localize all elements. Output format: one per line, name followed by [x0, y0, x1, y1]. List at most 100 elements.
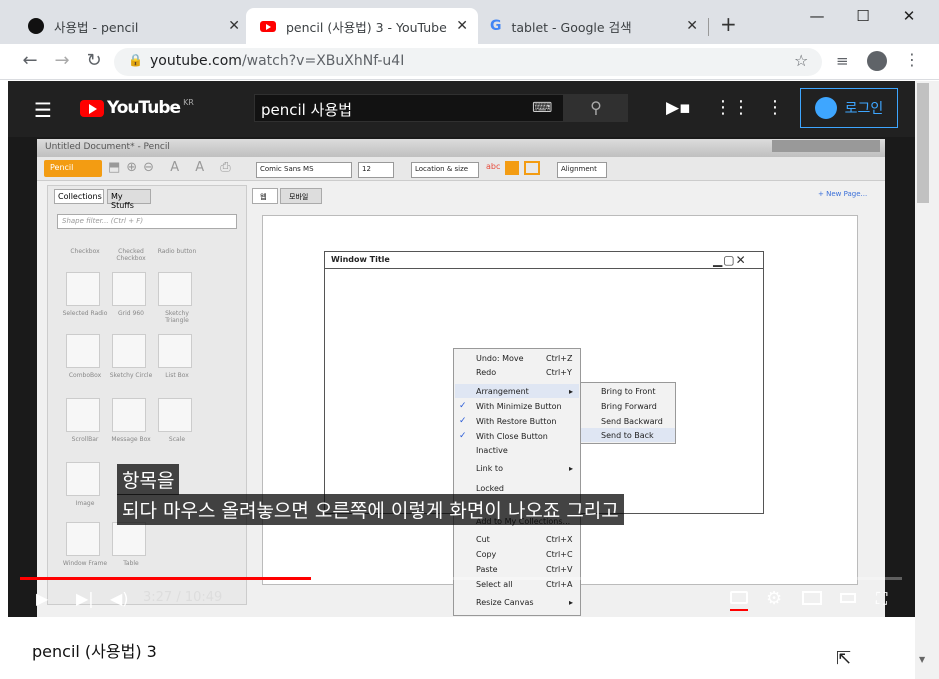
pencil-title-bar: Untitled Document* - Pencil [37, 139, 885, 157]
shape-label: Sketchy Circle [109, 372, 153, 379]
context-menu-item: Arrangement [476, 387, 529, 396]
youtube-icon [260, 20, 276, 32]
context-menu-shortcut: ▸ [569, 464, 574, 473]
next-icon[interactable]: ▶| [76, 589, 94, 608]
context-menu-shortcut: ▸ [569, 387, 574, 396]
apps-grid-icon[interactable]: ⋮⋮ [714, 97, 750, 118]
shape-label: Sketchy Triangle [165, 310, 189, 324]
subtitles-icon[interactable] [730, 591, 748, 604]
context-menu-shortcut: Ctrl+A [546, 580, 573, 589]
shape-label: ScrollBar [71, 436, 99, 443]
mock-window-title: Window Title [324, 251, 764, 269]
close-icon[interactable]: ✕ [456, 18, 468, 34]
settings-dots-icon[interactable]: ⋮ [766, 97, 784, 118]
shape-label: Radio button [157, 248, 197, 255]
search-input[interactable]: pencil 사용법 [254, 94, 564, 122]
minimize-icon[interactable]: — [794, 4, 840, 28]
shape-thumbnail [66, 272, 100, 306]
checkmark-icon: ✓ [459, 401, 467, 411]
tab-youtube[interactable]: pencil (사용법) 3 - YouTube ✕ [246, 8, 478, 44]
context-menu-item: With Close Button [476, 432, 548, 441]
checkmark-icon: ✓ [459, 431, 467, 441]
bookmark-star-icon[interactable]: ☆ [794, 51, 808, 70]
fullscreen-icon[interactable]: ⛶ [876, 589, 887, 609]
border-color-swatch [524, 161, 540, 175]
keyboard-icon[interactable]: ⌨ [532, 100, 552, 116]
shape-label: Checkbox [70, 248, 100, 255]
account-icon [814, 97, 837, 119]
shape-thumbnail [66, 522, 100, 556]
settings-gear-icon[interactable]: ⚙ [766, 588, 782, 609]
youtube-logo-text: YouTube [107, 98, 181, 118]
black-circle-icon [28, 18, 44, 34]
theater-mode-icon[interactable] [840, 593, 856, 603]
scroll-down-arrow-icon[interactable]: ▼ [919, 655, 925, 664]
shape-thumbnail [112, 522, 146, 556]
pencil-app-button: Pencil [44, 160, 102, 177]
time-display: 3:27 / 10:49 [143, 590, 223, 605]
create-video-icon[interactable]: ▶▪ [666, 98, 691, 118]
shape-thumbnail [112, 272, 146, 306]
shape-label: Selected Radio [62, 310, 108, 317]
address-bar[interactable]: 🔒 youtube.com/watch?v=XBuXhNf-u4I ☆ [114, 48, 822, 76]
alignment-button: Alignment [557, 162, 607, 178]
context-menu-item: Copy [476, 550, 497, 559]
shape-label: Grid 960 [118, 310, 144, 317]
shape-label: Checked Checkbox [116, 248, 146, 262]
shape-filter-input: Shape filter... (Ctrl + F) [57, 214, 237, 229]
submenu-item: Bring Forward [601, 402, 657, 411]
shape-label: List Box [165, 372, 189, 379]
new-page-link: + New Page... [818, 190, 868, 198]
profile-icon[interactable] [867, 51, 887, 71]
mock-window-buttons: ▁▢✕ [713, 253, 747, 267]
reload-icon[interactable]: ↻ [82, 49, 106, 73]
close-icon[interactable]: ✕ [228, 18, 240, 34]
close-icon[interactable]: ✕ [686, 18, 698, 34]
shape-label: Message Box [111, 436, 151, 443]
login-button[interactable]: 로그인 [800, 88, 898, 128]
tab-my-stuffs: My Stuffs [107, 189, 151, 210]
shape-label: Window Frame [62, 560, 108, 567]
submenu-item: Send Backward [601, 417, 663, 426]
shape-label: ComboBox [68, 372, 102, 379]
play-icon[interactable]: ▶ [36, 589, 48, 608]
shape-thumbnail [66, 462, 100, 496]
search-button[interactable]: ⚲ [564, 94, 628, 122]
youtube-logo[interactable]: YouTube KR [80, 98, 194, 118]
context-menu-item: Redo [476, 368, 497, 377]
subtitle-line-2: 되다 마우스 올려놓으면 오른쪽에 이렇게 화면이 나오죠 그리고 [117, 494, 624, 525]
context-menu-item: Link to [476, 464, 503, 473]
close-window-icon[interactable]: ✕ [886, 4, 932, 28]
maximize-icon[interactable]: ☐ [840, 4, 886, 28]
tab-pencil-usage[interactable]: 사용법 - pencil ✕ [14, 8, 250, 44]
url-text: youtube.com/watch?v=XBuXhNf-u4I [150, 53, 405, 69]
miniplayer-icon[interactable] [802, 591, 822, 605]
context-menu-item: With Restore Button [476, 417, 557, 426]
tab-divider [708, 18, 709, 36]
context-menu-shortcut: ▸ [569, 598, 574, 607]
shape-label: Scale [168, 436, 186, 443]
submenu-item: Send to Back [601, 431, 654, 440]
hamburger-menu-icon[interactable]: ☰ [34, 98, 52, 122]
subtitles-active-indicator [730, 609, 748, 611]
forward-icon[interactable]: → [50, 49, 74, 73]
page-tab-web: 웹 [252, 188, 278, 204]
submenu-item: Bring to Front [601, 387, 656, 396]
shape-thumbnail [158, 272, 192, 306]
scrollbar-thumb[interactable] [917, 83, 929, 203]
page-tab-mobile: 모바일 [280, 188, 322, 204]
tab-title: tablet - Google 검색 [511, 19, 632, 35]
context-menu-item: Inactive [476, 446, 508, 455]
pencil-window-controls [772, 140, 880, 152]
menu-dots-icon[interactable]: ⋮ [904, 50, 920, 69]
new-tab-button[interactable]: + [720, 12, 737, 36]
context-menu-item: Undo: Move [476, 354, 524, 363]
context-menu-shortcut: Ctrl+C [546, 550, 573, 559]
fill-color-swatch [505, 161, 519, 175]
tab-google-search[interactable]: G tablet - Google 검색 ✕ [476, 8, 708, 44]
volume-icon[interactable]: ◀) [110, 589, 129, 608]
shape-thumbnail [66, 334, 100, 368]
back-icon[interactable]: ← [18, 49, 42, 73]
pencil-toolbar-icons: ⬒⊕⊖ A A ⎙ [108, 160, 237, 175]
media-queue-icon[interactable]: ≡ [836, 52, 849, 70]
